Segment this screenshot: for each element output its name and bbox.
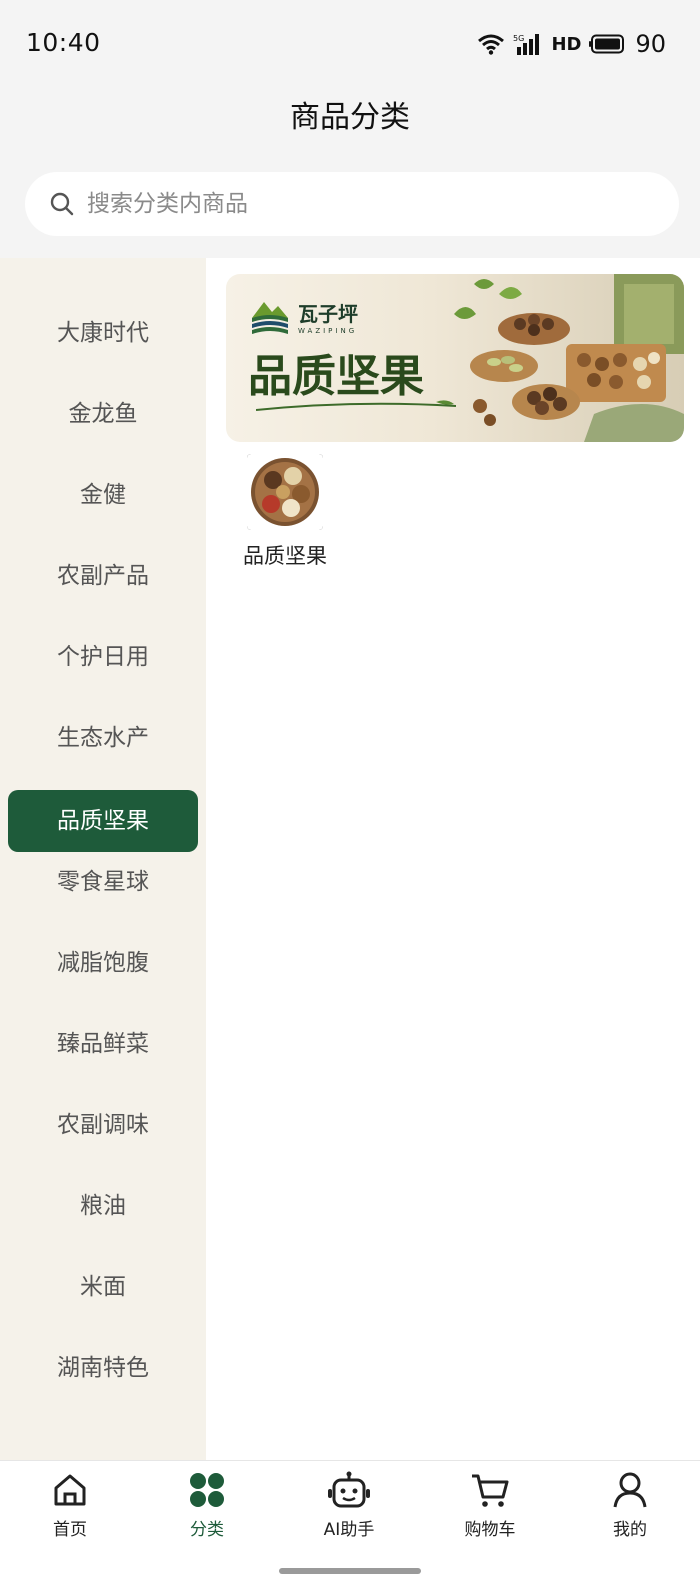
tab-label: 购物车	[464, 1520, 516, 1540]
tab-profile[interactable]: 我的	[560, 1471, 700, 1540]
sidebar-item-active[interactable]: 品质坚果	[8, 790, 198, 852]
svg-text:5G: 5G	[513, 34, 524, 43]
sidebar-item[interactable]: 米面	[8, 1256, 198, 1318]
sidebar-item[interactable]: 大康时代	[8, 302, 198, 364]
subcategory-thumb	[247, 454, 323, 530]
banner-title: 品质坚果	[248, 351, 424, 402]
category-sidebar[interactable]: · · · · · · · · 大康时代 金龙鱼 金健 农副产品 个护日用 生态…	[0, 258, 206, 1460]
sidebar-item[interactable]: 零食星球	[8, 851, 198, 913]
banner-swoosh	[256, 400, 456, 411]
home-indicator[interactable]	[279, 1568, 421, 1574]
category-page: 10:40 5G HD 90 商品分类 搜索分类内商品 大康时代 金龙鱼 金健 …	[0, 0, 700, 1594]
category-banner[interactable]: 瓦子坪 WAZIPING 品质坚果	[226, 274, 684, 442]
battery-level: 90	[635, 30, 666, 58]
brand-name: 瓦子坪	[298, 301, 358, 326]
search-input[interactable]	[87, 191, 627, 217]
sidebar-item[interactable]: 减脂饱腹	[8, 932, 198, 994]
sidebar-item[interactable]: 生态水产	[8, 707, 198, 769]
sidebar-item[interactable]: 金健	[8, 464, 198, 526]
nuts-plate-image	[247, 454, 323, 530]
home-icon	[54, 1474, 86, 1506]
tab-category[interactable]: 分类	[137, 1471, 277, 1540]
tab-label: 我的	[613, 1520, 647, 1540]
sidebar-item-partial[interactable]: · · · · · · · ·	[0, 258, 206, 270]
sidebar-item[interactable]: 臻品鲜菜	[8, 1013, 198, 1075]
user-icon	[613, 1472, 647, 1508]
tab-label: 分类	[190, 1520, 224, 1540]
status-time: 10:40	[26, 28, 101, 57]
category-icon	[190, 1473, 224, 1507]
search-bar[interactable]	[25, 172, 679, 236]
tab-home[interactable]: 首页	[0, 1471, 140, 1540]
sidebar-item[interactable]: 湖南特色	[8, 1337, 198, 1399]
brand-logo: 瓦子坪 WAZIPING	[250, 296, 358, 336]
subcategory-label: 品质坚果	[243, 544, 327, 568]
tab-label: 首页	[53, 1520, 87, 1540]
sidebar-item[interactable]: 金龙鱼	[8, 383, 198, 445]
status-bar: 10:40 5G HD 90	[0, 0, 700, 90]
page-title: 商品分类	[290, 100, 410, 135]
tab-ai-assistant[interactable]: AI助手	[279, 1471, 419, 1540]
hd-indicator: HD	[551, 33, 582, 55]
nuts-photo	[454, 274, 684, 442]
status-icons: 5G HD 90	[477, 30, 666, 58]
sidebar-item[interactable]: 粮油	[8, 1175, 198, 1237]
mountain-logo-icon	[252, 302, 288, 334]
signal-icon: 5G	[513, 34, 540, 55]
sidebar-item[interactable]: 农副调味	[8, 1094, 198, 1156]
search-icon	[50, 192, 74, 216]
top-area: 10:40 5G HD 90 商品分类 搜索分类内商品	[0, 0, 700, 258]
wifi-icon	[478, 34, 505, 55]
cart-icon	[472, 1474, 509, 1507]
subcategory-card[interactable]: 品质坚果	[230, 454, 340, 570]
tab-label: AI助手	[323, 1520, 375, 1540]
robot-icon	[328, 1471, 370, 1508]
category-content: 瓦子坪 WAZIPING 品质坚果 品质坚果	[206, 258, 700, 1460]
sidebar-item[interactable]: 农副产品	[8, 545, 198, 607]
brand-sub: WAZIPING	[298, 326, 358, 335]
tab-cart[interactable]: 购物车	[420, 1471, 560, 1540]
sidebar-item[interactable]: 个护日用	[8, 626, 198, 688]
battery-icon	[589, 34, 625, 54]
